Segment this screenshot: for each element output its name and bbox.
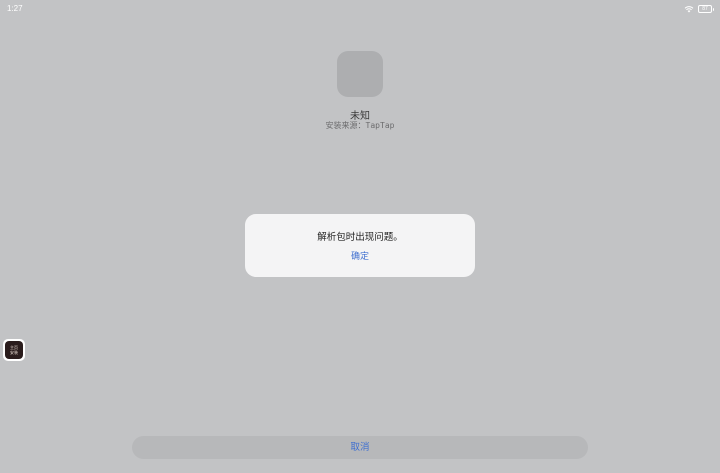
battery-icon: 87 bbox=[698, 5, 714, 13]
status-bar: 1:27 87 bbox=[0, 0, 720, 18]
cancel-button[interactable]: 取消 bbox=[132, 436, 588, 459]
status-time: 1:27 bbox=[7, 4, 23, 13]
dialog-message: 解析包时出现问题。 bbox=[317, 232, 403, 243]
floating-app-icon: 主页 安装 bbox=[5, 341, 23, 359]
app-source: 安装来源：TapTap bbox=[0, 120, 720, 131]
battery-level: 87 bbox=[702, 6, 708, 12]
status-icons: 87 bbox=[684, 4, 714, 14]
app-icon-placeholder bbox=[337, 51, 383, 97]
wifi-icon bbox=[684, 6, 694, 13]
floating-app-shortcut[interactable]: 主页 安装 bbox=[3, 339, 25, 361]
confirm-button[interactable]: 确定 bbox=[340, 250, 380, 264]
error-dialog: 解析包时出现问题。 确定 bbox=[245, 214, 475, 277]
source-label: 安装来源： bbox=[325, 121, 366, 130]
source-value: TapTap bbox=[365, 121, 395, 130]
floating-app-line2: 安装 bbox=[10, 350, 18, 355]
